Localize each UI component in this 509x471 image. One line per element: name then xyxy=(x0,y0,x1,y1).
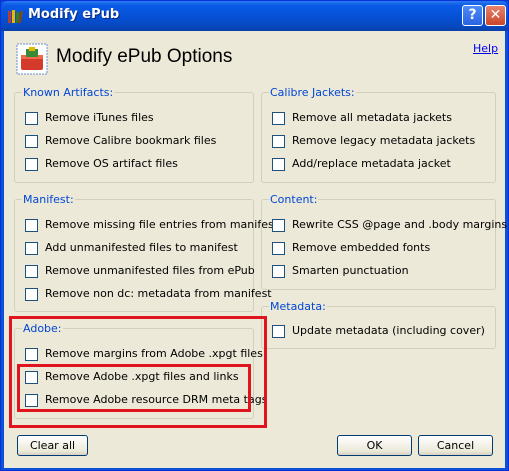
checkbox[interactable] xyxy=(25,265,38,278)
manifest-group: Manifest: Remove missing file entries fr… xyxy=(14,193,278,312)
option-label: Add unmanifested files to manifest xyxy=(45,241,238,254)
option-label: Remove non dc: metadata from manifest xyxy=(45,287,272,300)
modify-epub-icon xyxy=(16,43,48,75)
option-label: Remove legacy metadata jackets xyxy=(292,134,476,147)
checkbox[interactable] xyxy=(25,112,38,125)
dialog-body: Modify ePub Options Help Known Artifacts… xyxy=(4,31,507,468)
group-legend: Manifest: xyxy=(22,193,75,206)
help-title-button[interactable]: ? xyxy=(462,5,483,26)
group-legend: Metadata: xyxy=(269,300,327,313)
option-label: Remove all metadata jackets xyxy=(292,111,452,124)
option-label: Remove unmanifested files from ePub xyxy=(45,264,255,277)
page-title: Modify ePub Options xyxy=(56,46,233,67)
checkbox[interactable] xyxy=(272,135,285,148)
question-icon: ? xyxy=(468,7,477,23)
cancel-button[interactable]: Cancel xyxy=(418,435,493,456)
calibre-jackets-group: Calibre Jackets: Remove all metadata jac… xyxy=(261,86,496,183)
window-title: Modify ePub xyxy=(28,7,120,22)
checkbox[interactable] xyxy=(272,325,285,338)
calibre-app-icon xyxy=(8,10,23,24)
clear-all-button[interactable]: Clear all xyxy=(17,435,88,456)
option-label: Remove OS artifact files xyxy=(45,157,178,170)
checkbox[interactable] xyxy=(272,219,285,232)
checkbox[interactable] xyxy=(25,288,38,301)
option-label: Rewrite CSS @page and .body margins xyxy=(292,218,508,231)
known-artifacts-group: Known Artifacts: Remove iTunes files Rem… xyxy=(14,86,254,183)
checkbox[interactable] xyxy=(272,112,285,125)
content-group: Content: Rewrite CSS @page and .body mar… xyxy=(261,193,507,290)
group-legend: Known Artifacts: xyxy=(22,86,115,99)
option-label: Remove missing file entries from manifes… xyxy=(45,218,279,231)
checkbox[interactable] xyxy=(25,135,38,148)
highlight-inner xyxy=(17,364,251,412)
group-legend: Content: xyxy=(269,193,319,206)
checkbox[interactable] xyxy=(25,242,38,255)
close-icon: ✕ xyxy=(489,7,502,23)
group-legend: Calibre Jackets: xyxy=(269,86,356,99)
checkbox[interactable] xyxy=(272,265,285,278)
checkbox[interactable] xyxy=(272,242,285,255)
title-bar[interactable]: Modify ePub ? ✕ xyxy=(1,1,508,31)
option-label: Remove embedded fonts xyxy=(292,241,431,254)
checkbox[interactable] xyxy=(272,158,285,171)
checkbox[interactable] xyxy=(25,219,38,232)
help-link[interactable]: Help xyxy=(473,42,498,55)
ok-button[interactable]: OK xyxy=(337,435,412,456)
checkbox[interactable] xyxy=(25,158,38,171)
option-label: Remove Calibre bookmark files xyxy=(45,134,217,147)
metadata-group: Metadata: Update metadata (including cov… xyxy=(261,300,496,349)
dialog-window: Modify ePub ? ✕ Modify ePub Options Help… xyxy=(0,0,509,471)
option-label: Update metadata (including cover) xyxy=(292,324,485,337)
option-label: Smarten punctuation xyxy=(292,264,409,277)
option-label: Remove iTunes files xyxy=(45,111,154,124)
close-button[interactable]: ✕ xyxy=(485,5,506,26)
option-label: Add/replace metadata jacket xyxy=(292,157,451,170)
